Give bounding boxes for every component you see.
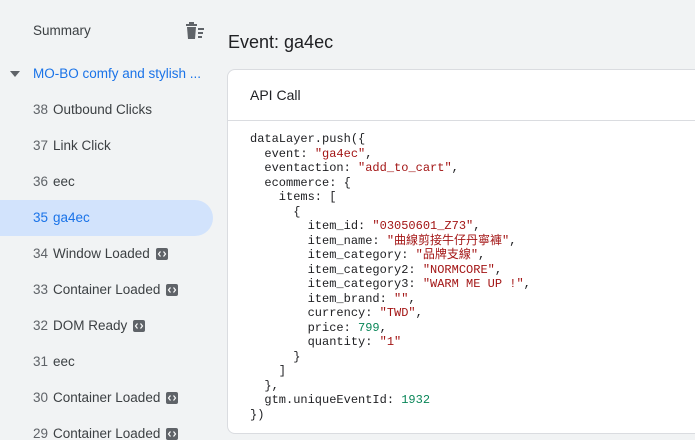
code-key: quantity: — [250, 335, 380, 349]
code-string: "TWD" — [379, 306, 416, 320]
event-name: eec — [53, 174, 75, 189]
event-name: Window Loaded — [53, 246, 150, 261]
code-string: "add_to_cart" — [358, 161, 452, 175]
code-string: "ga4ec" — [314, 146, 366, 161]
event-name: DOM Ready — [53, 318, 128, 333]
event-number: 38 — [33, 102, 49, 117]
code-number: 799 — [358, 320, 380, 335]
container-label: MO-BO comfy and stylish ... — [33, 66, 202, 81]
code-string: "WARM ME UP !" — [422, 277, 524, 291]
card-title: API Call — [250, 87, 301, 103]
event-name: eec — [53, 354, 75, 369]
code-key: item_brand: — [250, 291, 395, 306]
event-name: Container Loaded — [53, 282, 161, 297]
code-string: "1" — [379, 335, 402, 349]
code-string: "03050601_Z73" — [372, 219, 474, 233]
event-name: ga4ec — [53, 210, 90, 225]
event-item[interactable]: 32 DOM Ready — [0, 308, 213, 344]
api-call-card: API Call dataLayer.push({ event: "ga4ec"… — [227, 69, 695, 434]
event-name: Outbound Clicks — [53, 102, 153, 117]
code-icon — [166, 284, 178, 296]
code-key: gtm.uniqueEventId: — [250, 393, 402, 407]
code-line: { — [250, 204, 301, 219]
code-icon — [166, 392, 178, 404]
event-item[interactable]: 38 Outbound Clicks — [0, 92, 213, 128]
code-line: dataLayer.push({ — [250, 132, 366, 146]
event-number: 33 — [33, 282, 49, 297]
event-number: 35 — [33, 210, 49, 225]
code-string: "品牌支線" — [415, 248, 479, 262]
code-line: } — [250, 349, 301, 364]
code-icon — [133, 320, 145, 332]
code-string: "NORMCORE" — [422, 262, 495, 277]
event-number: 34 — [33, 246, 49, 261]
code-key: item_name: — [250, 233, 387, 248]
sidebar: Summary MO-BO comfy and stylish ... 38 Ou… — [0, 0, 215, 440]
page-title: Event: ga4ec — [228, 32, 334, 52]
code-key: price: — [250, 320, 359, 335]
code-number: 1932 — [401, 393, 431, 407]
delete-sweep-icon[interactable] — [184, 21, 206, 41]
code-block: dataLayer.push({ event: "ga4ec", eventac… — [250, 132, 531, 422]
code-icon — [166, 428, 178, 440]
event-number: 31 — [33, 354, 49, 369]
code-key: eventaction: — [250, 161, 359, 175]
caret-down-icon[interactable] — [9, 69, 21, 79]
event-item[interactable]: 30 Container Loaded — [0, 380, 213, 416]
code-key: item_category: — [250, 248, 416, 262]
event-item[interactable]: 29 Container Loaded — [0, 416, 213, 440]
event-item[interactable]: 36 eec — [0, 164, 213, 200]
event-item[interactable]: 35 ga4ec — [0, 200, 213, 236]
summary-row[interactable]: Summary — [0, 12, 215, 50]
code-line: }, — [250, 378, 279, 393]
event-item[interactable]: 31 eec — [0, 344, 213, 380]
event-number: 32 — [33, 318, 49, 333]
event-number: 30 — [33, 390, 49, 405]
code-key: item_category2: — [250, 262, 423, 277]
code-icon — [156, 248, 168, 260]
code-string: "" — [394, 291, 409, 306]
event-name: Container Loaded — [53, 390, 161, 405]
event-item[interactable]: 33 Container Loaded — [0, 272, 213, 308]
code-key: item_category3: — [250, 277, 423, 291]
event-number: 36 — [33, 174, 49, 189]
event-name: Container Loaded — [53, 426, 161, 440]
code-line: items: [ — [250, 190, 337, 204]
event-name: Link Click — [53, 138, 111, 153]
code-key: item_id: — [250, 219, 373, 233]
container-row[interactable]: MO-BO comfy and stylish ... — [0, 58, 215, 90]
code-string: "曲線剪接牛仔丹寧褲" — [386, 233, 510, 248]
event-number: 37 — [33, 138, 49, 153]
event-number: 29 — [33, 426, 49, 440]
code-line: ecommerce: { — [250, 175, 351, 190]
event-item[interactable]: 37 Link Click — [0, 128, 213, 164]
code-line: }) — [250, 407, 265, 422]
code-line: ] — [250, 364, 287, 378]
code-key: currency: — [250, 306, 380, 320]
event-item[interactable]: 34 Window Loaded — [0, 236, 213, 272]
card-header: API Call — [228, 70, 695, 121]
code-key: event: — [250, 146, 315, 161]
summary-label: Summary — [33, 23, 91, 38]
